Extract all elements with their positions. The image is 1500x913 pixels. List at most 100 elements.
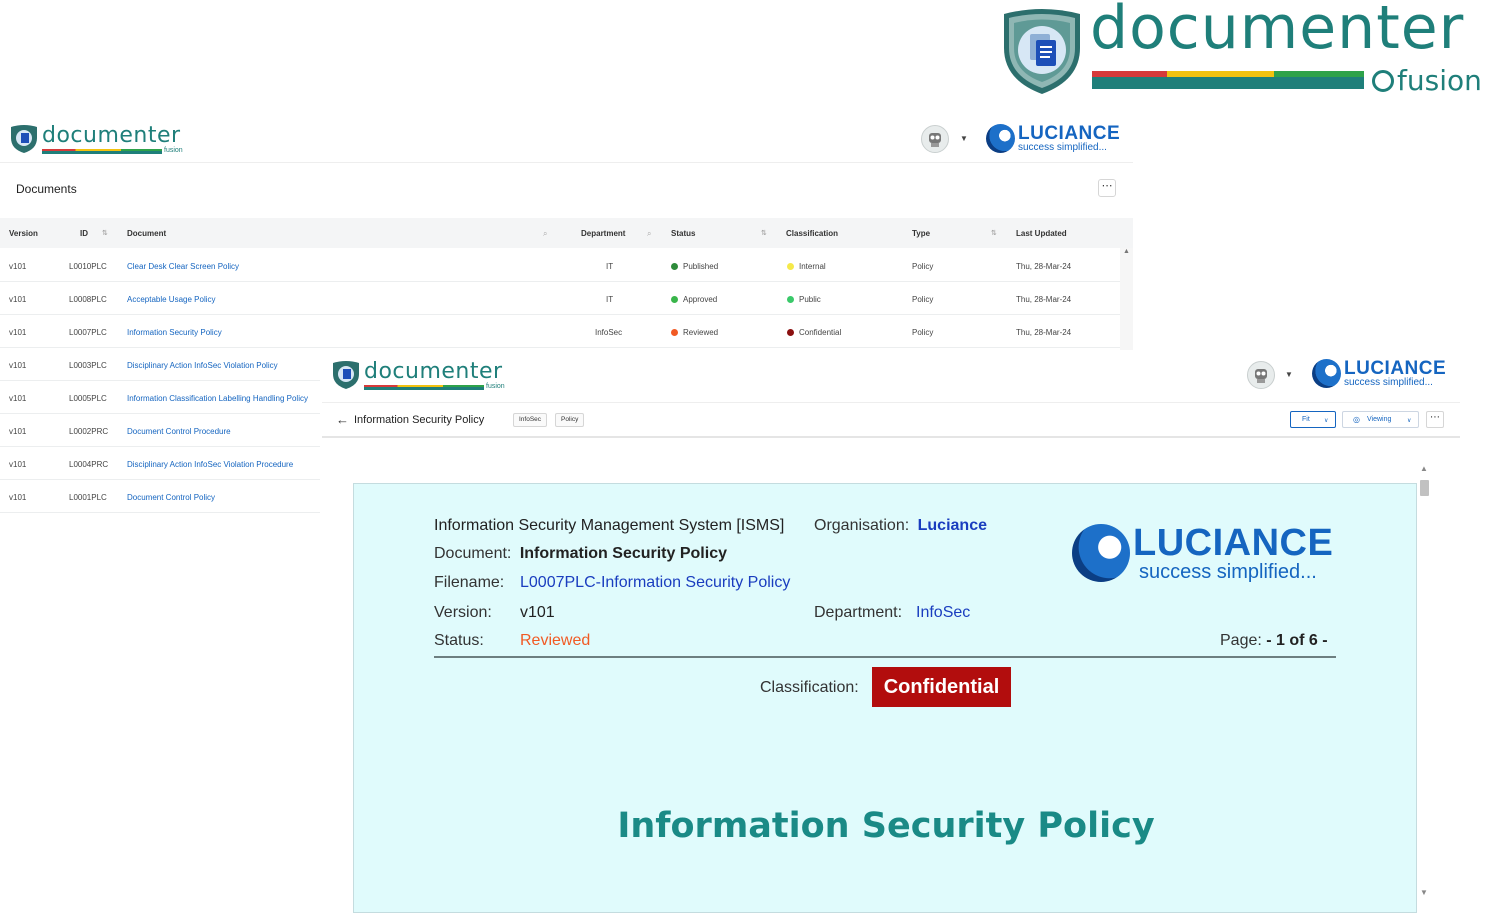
sort-icon[interactable]: ⇅ <box>991 229 997 237</box>
col-classification[interactable]: Classification <box>786 229 838 238</box>
document-link[interactable]: Document Control Procedure <box>127 427 231 436</box>
fusion-label: fusion <box>164 146 183 154</box>
mode-select[interactable]: ◎ Viewing ∨ <box>1342 411 1419 428</box>
brand-wordmark: documenter <box>1090 0 1465 63</box>
company-tagline: success simplified... <box>1018 142 1107 153</box>
status-dot-icon <box>671 263 678 270</box>
document-value: Information Security Policy <box>519 545 727 562</box>
table-row[interactable]: v101 L0010PLC Clear Desk Clear Screen Po… <box>0 249 1120 282</box>
document-viewport[interactable]: Information Security Management System [… <box>322 440 1460 913</box>
cell-id: L0003PLC <box>69 361 107 370</box>
chevron-down-icon: ∨ <box>1324 418 1329 424</box>
viewer-toolbar: ← Information Security Policy InfoSec Po… <box>322 402 1460 438</box>
brand-fusion: fusion <box>1372 67 1482 95</box>
caret-down-icon[interactable]: ▼ <box>960 134 968 143</box>
table-row[interactable]: v101 L0005PLC Information Classification… <box>0 381 320 414</box>
luciance-logo: LUCIANCE success simplified... <box>986 124 1120 153</box>
header-divider <box>434 656 1336 658</box>
table-scrollbar[interactable]: ▲ <box>1120 248 1133 352</box>
classification-badge: Confidential <box>872 667 1011 707</box>
cell-updated: Thu, 28-Mar-24 <box>1016 328 1072 337</box>
document-link[interactable]: Clear Desk Clear Screen Policy <box>127 262 239 271</box>
col-department[interactable]: Department <box>581 229 625 238</box>
search-icon[interactable]: ⌕ <box>647 229 651 239</box>
cell-version: v101 <box>9 394 27 403</box>
scroll-down-icon[interactable]: ▼ <box>1420 888 1428 897</box>
robot-icon <box>929 133 941 147</box>
company-tagline: success simplified... <box>1139 561 1317 583</box>
document-link[interactable]: Acceptable Usage Policy <box>127 295 216 304</box>
cell-id: L0004PRC <box>69 460 109 469</box>
cell-version: v101 <box>9 361 27 370</box>
scroll-up-icon[interactable]: ▲ <box>1123 248 1130 255</box>
sort-icon[interactable]: ⇅ <box>761 229 767 237</box>
fusion-label: fusion <box>1397 64 1482 97</box>
shield-document-icon <box>11 125 37 153</box>
company-tagline: success simplified... <box>1344 377 1433 388</box>
cell-version: v101 <box>9 328 27 337</box>
col-status[interactable]: Status <box>671 229 695 238</box>
col-document[interactable]: Document <box>127 229 166 238</box>
document-title: Information Security Policy <box>354 414 485 426</box>
document-heading: Information Security Policy <box>617 806 1155 846</box>
document-link[interactable]: Disciplinary Action InfoSec Violation Po… <box>127 361 278 370</box>
table-row[interactable]: v101 L0001PLC Document Control Policy <box>0 480 320 513</box>
type-chip: Policy <box>555 413 585 427</box>
cell-classification: Public <box>799 295 821 304</box>
cell-type: Policy <box>912 328 934 337</box>
brand-stripes <box>1092 71 1364 95</box>
documenter-logo[interactable]: documenter fusion <box>331 360 505 390</box>
caret-down-icon[interactable]: ▼ <box>1285 370 1293 379</box>
user-avatar[interactable] <box>1247 361 1275 389</box>
user-avatar[interactable] <box>921 125 949 153</box>
col-id[interactable]: ID <box>80 229 88 238</box>
luciance-disc-icon <box>1072 524 1130 582</box>
viewer-scrollbar[interactable]: ▲ ▼ <box>1418 464 1430 900</box>
document-label: Document: <box>434 545 512 562</box>
cell-id: L0005PLC <box>69 394 107 403</box>
cell-department: InfoSec <box>595 328 623 337</box>
table-row[interactable]: v101 L0007PLC Information Security Polic… <box>0 315 1120 348</box>
zoom-select[interactable]: Fit ∨ <box>1290 411 1336 428</box>
scroll-thumb[interactable] <box>1420 480 1429 496</box>
more-options-button[interactable]: ⋯ <box>1098 179 1116 197</box>
cell-department: IT <box>606 295 614 304</box>
table-row[interactable]: v101 L0002PRC Document Control Procedure <box>0 414 320 447</box>
company-name: LUCIANCE <box>1133 522 1334 564</box>
col-last-updated[interactable]: Last Updated <box>1016 229 1067 238</box>
cell-id: L0002PRC <box>69 427 109 436</box>
classification-label: Classification: <box>760 679 859 696</box>
search-icon[interactable]: ⌕ <box>543 229 547 239</box>
document-link[interactable]: Information Security Policy <box>127 328 222 337</box>
col-version[interactable]: Version <box>9 229 38 238</box>
department-label: Department: <box>814 604 903 621</box>
document-link[interactable]: Document Control Policy <box>127 493 215 502</box>
cell-type: Policy <box>912 262 934 271</box>
cell-version: v101 <box>9 427 27 436</box>
scroll-up-icon[interactable]: ▲ <box>1420 464 1428 473</box>
table-row[interactable]: v101 L0004PRC Disciplinary Action InfoSe… <box>0 447 320 480</box>
cell-version: v101 <box>9 493 27 502</box>
company-name: LUCIANCE <box>1018 123 1121 144</box>
table-row[interactable]: v101 L0008PLC Acceptable Usage Policy IT… <box>0 282 1120 315</box>
sort-icon[interactable]: ⇅ <box>102 229 108 237</box>
col-type[interactable]: Type <box>912 229 930 238</box>
cell-id: L0008PLC <box>69 295 107 304</box>
page-label: Page: <box>1220 632 1262 649</box>
cell-status: Approved <box>683 295 718 304</box>
documenter-logo[interactable]: documenter fusion <box>9 124 183 154</box>
shield-document-icon <box>333 361 359 389</box>
classification-dot-icon <box>787 263 794 270</box>
document-link[interactable]: Information Classification Labelling Han… <box>127 394 308 403</box>
cell-department: IT <box>606 262 614 271</box>
cell-version: v101 <box>9 262 27 271</box>
status-value: Reviewed <box>520 632 591 649</box>
table-row[interactable]: v101 L0003PLC Disciplinary Action InfoSe… <box>0 348 320 381</box>
more-options-button[interactable]: ⋯ <box>1426 411 1444 428</box>
back-arrow-icon[interactable]: ← <box>336 412 349 427</box>
zoom-select-value: Fit <box>1302 416 1310 423</box>
department-chip: InfoSec <box>513 413 548 427</box>
cell-id: L0010PLC <box>69 262 107 271</box>
document-link[interactable]: Disciplinary Action InfoSec Violation Pr… <box>127 460 293 469</box>
system-name: Information Security Management System [… <box>434 517 785 534</box>
